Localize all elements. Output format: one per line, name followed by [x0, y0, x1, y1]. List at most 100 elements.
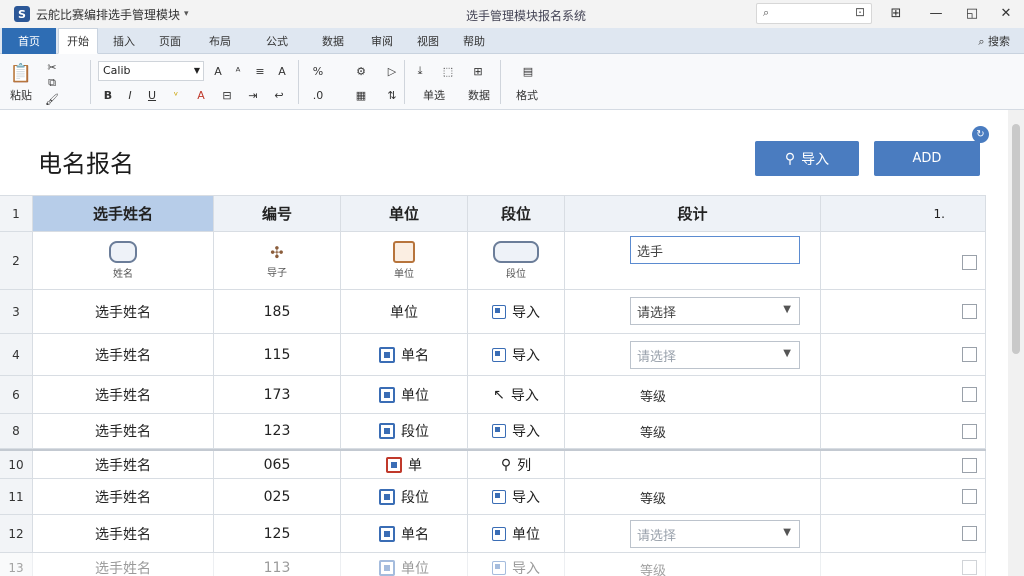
row-checkbox[interactable] — [962, 387, 977, 402]
format-painter-icon[interactable]: 🖌 — [42, 92, 62, 106]
row-checkbox[interactable] — [962, 458, 977, 473]
decimal-icon[interactable]: .0 — [306, 86, 330, 104]
cell-rank[interactable]: 导入 — [468, 414, 565, 448]
data-icon[interactable]: ⊞ — [468, 62, 488, 80]
header-rank[interactable]: 段位 — [468, 196, 565, 231]
tab-insert[interactable]: 插入 — [104, 28, 144, 54]
header-level[interactable]: 段计 — [565, 196, 821, 231]
cell-id[interactable]: 065 — [214, 451, 341, 478]
paste-label[interactable]: 粘贴 — [6, 87, 36, 103]
format-icon[interactable]: ▤ — [510, 62, 546, 80]
insert-col-icon[interactable]: ⬚ — [438, 62, 458, 80]
filter-icon[interactable]: ▷ — [384, 62, 400, 80]
cell-id[interactable]: 113 — [214, 553, 341, 576]
cell-rank[interactable]: ⚲ 列 — [468, 451, 565, 478]
chevron-down-icon[interactable]: ▾ — [184, 9, 189, 19]
data-button[interactable]: 数据 — [464, 86, 494, 104]
row-checkbox[interactable] — [962, 304, 977, 319]
border-icon[interactable]: ⊟ — [218, 86, 236, 104]
minimize-button[interactable]: — — [924, 3, 948, 23]
conditional-icon[interactable]: ⚙ — [348, 62, 374, 80]
scrollbar-thumb[interactable] — [1012, 124, 1020, 354]
indent-icon[interactable]: ⇥ — [244, 86, 262, 104]
refresh-icon[interactable]: ↻ — [972, 126, 989, 143]
cell-unit[interactable]: 单名 — [341, 334, 468, 375]
row-checkbox[interactable] — [962, 526, 977, 541]
cut-icon[interactable]: ✂ — [42, 60, 62, 74]
row-checkbox[interactable] — [962, 347, 977, 362]
import-button[interactable]: ⚲ 导入 — [755, 141, 859, 176]
tab-data[interactable]: 数据 — [310, 28, 356, 54]
bold-button[interactable]: B — [100, 86, 116, 104]
level-text[interactable]: 等级 — [640, 422, 666, 441]
grow-font-icon[interactable]: A — [210, 62, 226, 80]
level-text[interactable]: 等级 — [640, 560, 666, 576]
tab-review[interactable]: 审阅 — [362, 28, 402, 54]
cell-id[interactable]: 025 — [214, 479, 341, 514]
document-title[interactable]: 云舵比赛编排选手管理模块 — [36, 6, 180, 23]
cell-id[interactable]: 125 — [214, 515, 341, 552]
copy-icon[interactable]: ⧉ — [42, 76, 62, 90]
cell-unit[interactable]: 单名 — [341, 515, 468, 552]
header-id[interactable]: 编号 — [214, 196, 341, 231]
tab-layout[interactable]: 布局 — [198, 28, 242, 54]
cell-unit[interactable]: 段位 — [341, 479, 468, 514]
row-checkbox[interactable] — [962, 255, 977, 270]
format-button[interactable]: 格式 — [506, 86, 548, 104]
cell-name[interactable]: 选手姓名 — [33, 334, 214, 375]
paste-icon[interactable]: 📋 — [8, 60, 34, 86]
cell-name[interactable]: 选手姓名 — [33, 290, 214, 333]
cell-id[interactable]: 115 — [214, 334, 341, 375]
shrink-font-icon[interactable]: ᴬ — [230, 62, 246, 80]
underline-button[interactable]: U — [144, 86, 160, 104]
level-dropdown[interactable]: 请选择 ▼ — [630, 520, 800, 548]
align-icon[interactable]: ≡ — [252, 62, 268, 80]
cell-rank[interactable]: 导入 — [468, 334, 565, 375]
header-name[interactable]: 选手姓名 — [33, 196, 214, 231]
cell-rank[interactable]: 单位 — [468, 515, 565, 552]
cell-rank[interactable]: 导入 — [468, 479, 565, 514]
header-unit[interactable]: 单位 — [341, 196, 468, 231]
cell-unit[interactable]: 段位 — [341, 414, 468, 448]
italic-button[interactable]: I — [122, 86, 138, 104]
tab-search[interactable]: ⌕ 搜索 — [978, 33, 1010, 49]
cell-name[interactable]: 选手姓名 — [33, 414, 214, 448]
cell-rank[interactable]: ↖ 导入 — [468, 376, 565, 413]
level-dropdown[interactable]: 请选择 ▼ — [630, 341, 800, 369]
tab-help[interactable]: 帮助 — [454, 28, 494, 54]
cell-rank[interactable]: 导入 — [468, 553, 565, 576]
close-button[interactable]: ✕ — [994, 3, 1018, 23]
cell-id[interactable]: 173 — [214, 376, 341, 413]
cell-unit[interactable]: 单位 — [341, 376, 468, 413]
layout-icon[interactable]: ⊞ — [884, 3, 908, 23]
number-format-icon[interactable]: % — [306, 62, 330, 80]
cell-name[interactable]: 选手姓名 — [33, 479, 214, 514]
cell-name[interactable]: 选手姓名 — [33, 376, 214, 413]
wrap-icon[interactable]: ↩ — [270, 86, 288, 104]
cell-unit[interactable]: 单位 — [341, 553, 468, 576]
font-name-select[interactable]: Calib ▼ — [98, 61, 204, 81]
cell-unit[interactable]: 单位 — [341, 290, 468, 333]
title-search-box[interactable]: ⌕ ⊡ — [756, 3, 872, 24]
cell-name[interactable]: 选手姓名 — [33, 553, 214, 576]
pin-icon[interactable]: ⊡ — [855, 5, 865, 19]
row-checkbox[interactable] — [962, 560, 977, 575]
clear-format-icon[interactable]: A — [274, 62, 290, 80]
vertical-scrollbar[interactable] — [1008, 110, 1024, 576]
tab-formula[interactable]: 公式 — [252, 28, 302, 54]
merge-button[interactable]: 单选 — [408, 86, 460, 104]
insert-row-icon[interactable]: ⤓ — [410, 62, 430, 80]
level-input[interactable]: 选手 — [630, 236, 800, 264]
row-checkbox[interactable] — [962, 424, 977, 439]
level-dropdown[interactable]: 请选择 ▼ — [630, 297, 800, 325]
tab-home[interactable]: 开始 — [58, 28, 98, 54]
tab-view[interactable]: 视图 — [408, 28, 448, 54]
level-text[interactable]: 等级 — [640, 386, 666, 405]
row-checkbox[interactable] — [962, 489, 977, 504]
sort-icon[interactable]: ⇅ — [384, 86, 400, 104]
cell-name[interactable]: 选手姓名 — [33, 515, 214, 552]
cell-name[interactable]: 选手姓名 — [33, 451, 214, 478]
font-color-button[interactable]: A — [192, 86, 210, 104]
cell-id[interactable]: 185 — [214, 290, 341, 333]
cell-rank[interactable]: 导入 — [468, 290, 565, 333]
